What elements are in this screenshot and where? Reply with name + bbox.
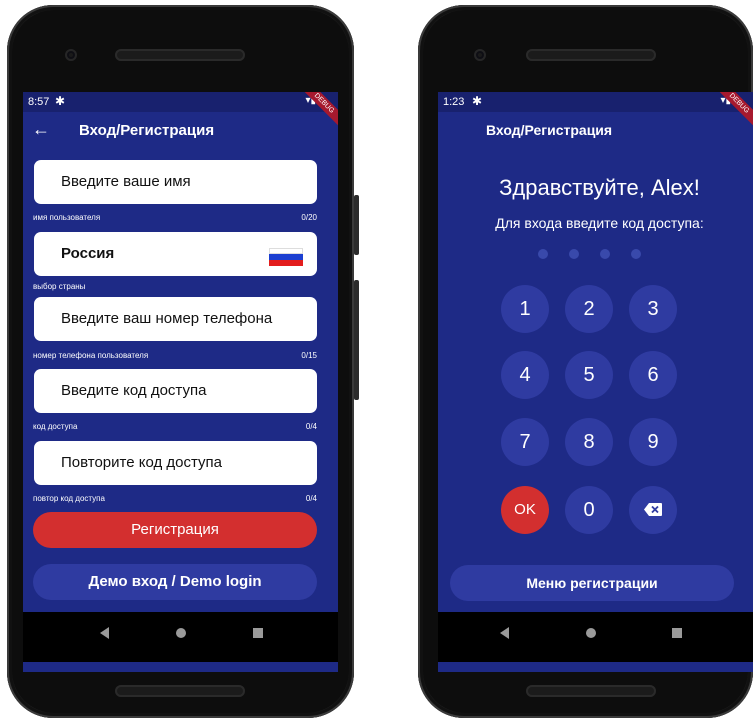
country-value: Россия <box>61 245 115 262</box>
name-counter: 0/20 <box>301 213 317 222</box>
russia-flag-icon <box>269 248 303 266</box>
country-helper-label: выбор страны <box>33 282 86 291</box>
pin-dot <box>631 249 641 259</box>
earpiece-speaker <box>526 49 656 61</box>
status-time: 8:57 <box>28 96 50 108</box>
key-5[interactable]: 5 <box>565 351 613 399</box>
key-8[interactable]: 8 <box>565 418 613 466</box>
access-code-prompt: Для входа введите код доступа: <box>495 215 704 231</box>
code-counter: 0/4 <box>305 422 317 431</box>
greeting-heading: Здравствуйте, Alex! <box>499 175 700 200</box>
country-helper: выбор страны <box>33 282 317 292</box>
pin-dot <box>538 249 548 259</box>
backspace-icon <box>644 503 662 516</box>
access-code-input[interactable]: Введите код доступа <box>34 369 317 413</box>
right-phone-frame: 1:23 ✱ ▾▮ DEBUG Вход/Регистрация Здравст… <box>418 5 753 718</box>
earpiece-speaker <box>115 49 245 61</box>
nav-back-icon[interactable] <box>100 627 109 639</box>
pin-dot <box>600 249 610 259</box>
status-bar: 8:57 ✱ ▾▮ DEBUG <box>23 92 338 131</box>
nav-back-icon[interactable] <box>500 627 509 639</box>
name-helper: имя пользователя 0/20 <box>33 213 317 223</box>
app-bar: ← Вход/Регистрация <box>23 112 338 148</box>
repeat-helper-label: повтор код доступа <box>33 494 105 503</box>
code-helper-label: код доступа <box>33 422 78 431</box>
backspace-button[interactable] <box>629 486 677 534</box>
pin-dot <box>569 249 579 259</box>
registration-menu-button[interactable]: Меню регистрации <box>450 565 734 601</box>
register-button[interactable]: Регистрация <box>33 512 317 548</box>
side-button <box>354 195 359 255</box>
bottom-speaker <box>115 685 245 697</box>
page-title: Вход/Регистрация <box>79 122 215 139</box>
key-1[interactable]: 1 <box>501 285 549 333</box>
nav-bar <box>438 612 753 662</box>
key-4[interactable]: 4 <box>501 351 549 399</box>
front-camera <box>474 49 486 61</box>
key-7[interactable]: 7 <box>501 418 549 466</box>
repeat-counter: 0/4 <box>305 494 317 503</box>
nav-recents-icon[interactable] <box>672 628 682 638</box>
nav-home-icon[interactable] <box>586 628 596 638</box>
settings-gear-icon: ✱ <box>55 94 66 108</box>
nav-bar <box>23 612 338 662</box>
key-0[interactable]: 0 <box>565 486 613 534</box>
phone-helper-label: номер телефона пользователя <box>33 351 149 360</box>
flag-stripe-red <box>269 260 303 266</box>
status-bar: 1:23 ✱ ▾▮ DEBUG <box>438 92 753 131</box>
nav-home-icon[interactable] <box>176 628 186 638</box>
side-button <box>354 280 359 400</box>
bottom-speaker <box>526 685 656 697</box>
repeat-code-input[interactable]: Повторите код доступа <box>34 441 317 485</box>
back-arrow-icon[interactable]: ← <box>32 119 50 140</box>
key-6[interactable]: 6 <box>629 351 677 399</box>
repeat-helper: повтор код доступа 0/4 <box>33 494 317 504</box>
country-select[interactable]: Россия <box>34 232 317 276</box>
settings-gear-icon: ✱ <box>472 94 483 108</box>
front-camera <box>65 49 77 61</box>
demo-login-button[interactable]: Демо вход / Demo login <box>33 564 317 600</box>
ok-button[interactable]: OK <box>501 486 549 534</box>
status-time: 1:23 <box>443 96 465 108</box>
key-2[interactable]: 2 <box>565 285 613 333</box>
page-title: Вход/Регистрация <box>486 122 613 138</box>
phone-input[interactable]: Введите ваш номер телефона <box>34 297 317 341</box>
app-bar: Вход/Регистрация <box>438 112 753 148</box>
left-screen: 8:57 ✱ ▾▮ DEBUG ← Вход/Регистрация Введи… <box>23 92 338 672</box>
name-helper-label: имя пользователя <box>33 213 101 222</box>
phone-counter: 0/15 <box>301 351 317 360</box>
right-screen: 1:23 ✱ ▾▮ DEBUG Вход/Регистрация Здравст… <box>438 92 753 672</box>
name-input[interactable]: Введите ваше имя <box>34 160 317 204</box>
key-3[interactable]: 3 <box>629 285 677 333</box>
phone-helper: номер телефона пользователя 0/15 <box>33 351 317 361</box>
nav-recents-icon[interactable] <box>253 628 263 638</box>
code-helper: код доступа 0/4 <box>33 422 317 432</box>
key-9[interactable]: 9 <box>629 418 677 466</box>
left-phone-frame: 8:57 ✱ ▾▮ DEBUG ← Вход/Регистрация Введи… <box>7 5 354 718</box>
